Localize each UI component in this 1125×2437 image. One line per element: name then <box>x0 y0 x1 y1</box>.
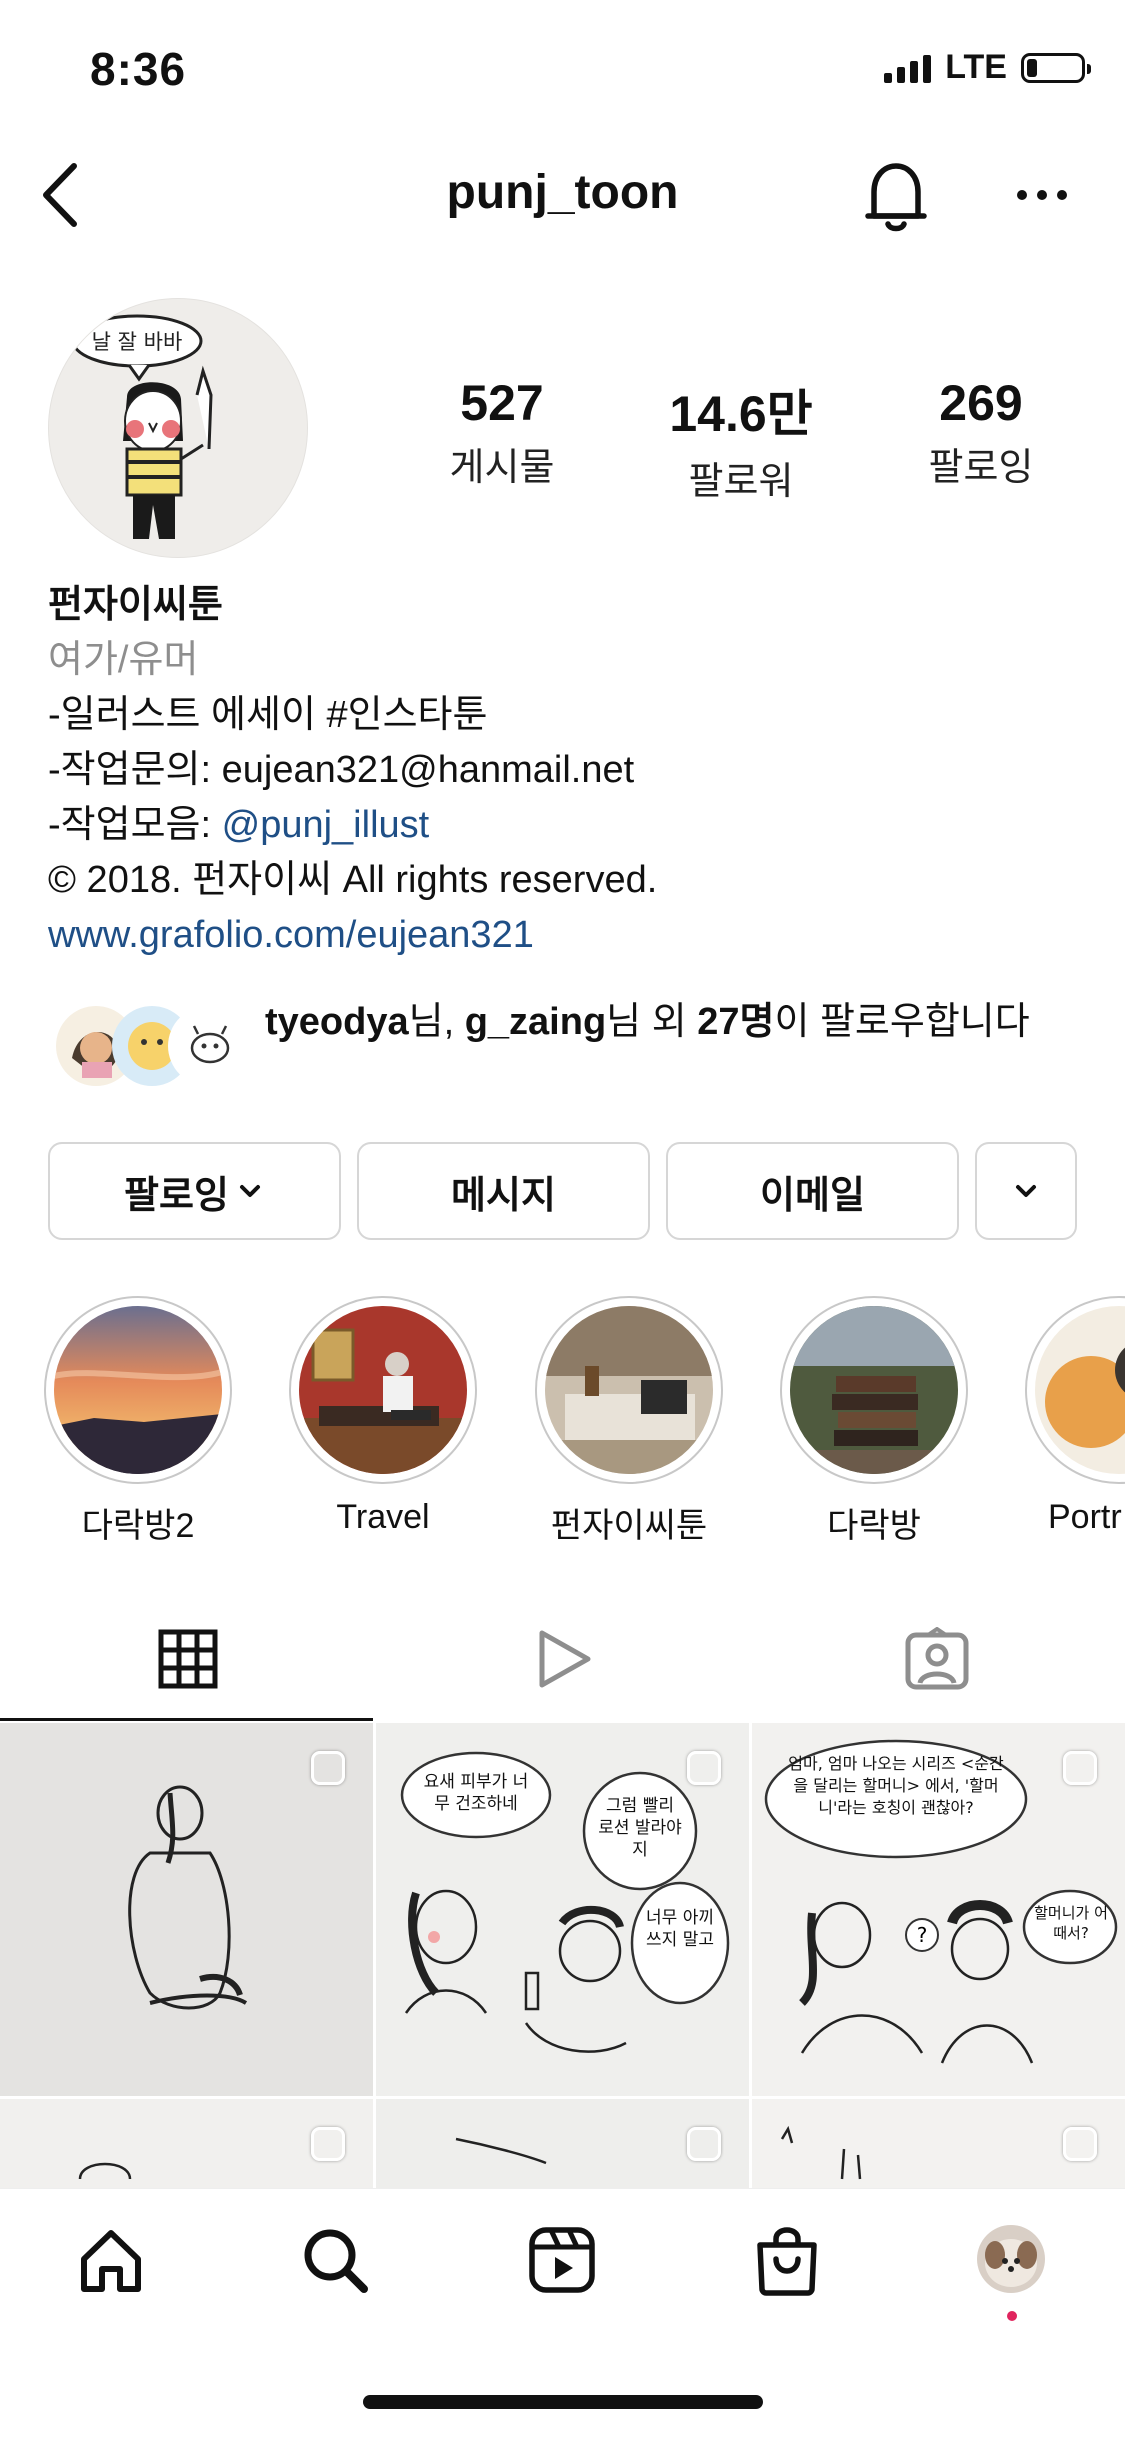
bio-line: -작업문의: eujean321@hanmail.net <box>48 749 635 791</box>
profile-tabs <box>0 1615 1125 1722</box>
highlight-label: Portr <box>1048 1498 1122 1536</box>
followed-by-avatars[interactable] <box>48 998 248 1094</box>
grid-icon[interactable] <box>158 1629 218 1689</box>
more-options-icon[interactable] <box>1014 180 1070 210</box>
bio-line: -일러스트 에세이 #인스타툰 <box>48 694 488 736</box>
highlight-label: 펀자이씨툰 <box>550 1507 708 1545</box>
search-icon[interactable] <box>300 2225 370 2295</box>
highlight-label: Travel <box>336 1498 430 1536</box>
avatar-illustration: 날 잘 바바 <box>71 314 213 539</box>
avatar-bubble-text: 날 잘 바바 <box>92 330 183 354</box>
home-icon[interactable] <box>76 2225 146 2295</box>
speech-text: 너무 아끼쓰지 말고 <box>646 1908 714 1950</box>
highlight-item[interactable]: Travel <box>288 1296 478 1537</box>
highlight-item[interactable]: 다락방2 <box>43 1296 233 1547</box>
profile-avatar[interactable]: 날 잘 바바 <box>48 298 308 558</box>
chevron-down-icon <box>239 1185 260 1197</box>
reels-play-icon[interactable] <box>534 1627 594 1691</box>
highlight-cover <box>545 1306 713 1474</box>
svg-text:?: ? <box>917 1923 928 1947</box>
select-checkbox[interactable] <box>687 1751 721 1785</box>
highlight-item[interactable]: 다락방 <box>779 1296 969 1547</box>
bio-line: © 2018. 펀자이씨 All rights reserved. <box>48 859 658 901</box>
stat-value: 527 <box>460 375 544 431</box>
following-button[interactable]: 팔로잉 <box>48 1142 341 1240</box>
page-title: punj_toon <box>446 166 679 219</box>
highlight-ring <box>1025 1296 1125 1484</box>
profile-name: 펀자이씨툰 <box>48 584 223 626</box>
highlight-cover <box>54 1306 222 1474</box>
follower-name: g_zaing <box>464 1001 607 1043</box>
stat-followers[interactable]: 14.6만 팔로워 <box>641 374 841 505</box>
profile-tab-avatar[interactable] <box>977 2225 1045 2293</box>
network-label: LTE <box>945 48 1007 86</box>
bio-line-prefix: -작업모음: <box>48 804 222 846</box>
highlight-label: 다락방 <box>827 1507 921 1545</box>
message-label: 메시지 <box>451 1174 556 1217</box>
select-checkbox[interactable] <box>1063 2127 1097 2161</box>
email-label: 이메일 <box>760 1174 865 1217</box>
followed-by-text-part: 님, <box>408 1001 465 1043</box>
followed-by-text-part: 이 팔로우합니다 <box>774 1001 1030 1043</box>
speech-text: 할머니가 어때서? <box>1034 1904 1108 1942</box>
highlight-item[interactable]: 펀자이씨툰 <box>534 1296 724 1547</box>
message-button[interactable]: 메시지 <box>357 1142 650 1240</box>
select-checkbox[interactable] <box>1063 1751 1097 1785</box>
status-time: 8:36 <box>90 43 187 95</box>
highlight-cover <box>1035 1306 1125 1474</box>
signal-icon <box>884 53 932 83</box>
shop-icon[interactable] <box>752 2221 822 2297</box>
stat-label: 팔로잉 <box>928 447 1034 489</box>
chevron-down-icon <box>1016 1185 1036 1197</box>
post-thumbnail[interactable]: 요새 피부가 너무 건조하네 그럼 빨리 로션 발라야지 너무 아끼쓰지 말고 <box>376 1723 749 2096</box>
select-checkbox[interactable] <box>311 1751 345 1785</box>
battery-icon <box>1021 52 1091 83</box>
stat-following[interactable]: 269 팔로잉 <box>881 374 1081 491</box>
highlight-ring <box>780 1296 968 1484</box>
follower-name: tyeodya <box>265 1001 409 1043</box>
notification-dot <box>1007 2311 1017 2321</box>
highlight-ring <box>44 1296 232 1484</box>
highlight-cover <box>790 1306 958 1474</box>
select-checkbox[interactable] <box>687 2127 721 2161</box>
post-thumbnail[interactable] <box>752 2099 1125 2189</box>
stat-value: 269 <box>939 375 1023 431</box>
highlight-item[interactable]: Portr <box>1024 1296 1125 1556</box>
stat-label: 게시물 <box>449 447 555 489</box>
speech-text: 그럼 빨리 로션 발라야지 <box>598 1796 682 1860</box>
active-tab-indicator <box>0 1718 373 1721</box>
post-thumbnail[interactable] <box>0 1723 373 2096</box>
bio-line: -작업모음: @punj_illust <box>48 798 657 853</box>
bio-mention-link[interactable]: @punj_illust <box>222 804 430 846</box>
followed-by-text-part: 님 외 <box>606 1001 698 1043</box>
profile-bio: 펀자이씨툰 여가/유머 -일러스트 에세이 #인스타툰 -작업문의: eujea… <box>48 578 657 963</box>
reels-icon[interactable] <box>527 2225 597 2295</box>
stat-value: 14.6만 <box>669 386 813 442</box>
profile-category: 여가/유머 <box>48 639 199 681</box>
followed-by-text[interactable]: tyeodya님, g_zaing님 외 27명이 팔로우합니다 <box>265 995 1075 1050</box>
speech-text: 엄마, 엄마 나오는 시리즈 <순간을 달리는 할머니> 에서, '할머니'라는… <box>788 1754 1004 1817</box>
tagged-icon[interactable] <box>904 1627 970 1691</box>
post-thumbnail[interactable] <box>376 2099 749 2189</box>
home-indicator[interactable] <box>363 2395 763 2409</box>
post-thumbnail[interactable]: 엄마, 엄마 나오는 시리즈 <순간을 달리는 할머니> 에서, '할머니'라는… <box>752 1723 1125 2096</box>
following-label: 팔로잉 <box>124 1174 229 1217</box>
stat-posts[interactable]: 527 게시물 <box>402 374 602 491</box>
bell-icon[interactable] <box>862 158 930 234</box>
highlight-ring <box>535 1296 723 1484</box>
highlight-label: 다락방2 <box>81 1507 195 1545</box>
status-indicators: LTE <box>884 48 1091 87</box>
speech-text: 요새 피부가 너무 건조하네 <box>423 1772 529 1814</box>
stat-label: 팔로워 <box>688 461 794 503</box>
suggested-accounts-button[interactable] <box>975 1142 1077 1240</box>
email-button[interactable]: 이메일 <box>666 1142 959 1240</box>
website-link[interactable]: www.grafolio.com/eujean321 <box>48 908 657 963</box>
post-thumbnail[interactable] <box>0 2099 373 2189</box>
highlight-ring <box>289 1296 477 1484</box>
select-checkbox[interactable] <box>311 2127 345 2161</box>
highlight-cover <box>299 1306 467 1474</box>
follower-count: 27명 <box>697 1001 775 1043</box>
